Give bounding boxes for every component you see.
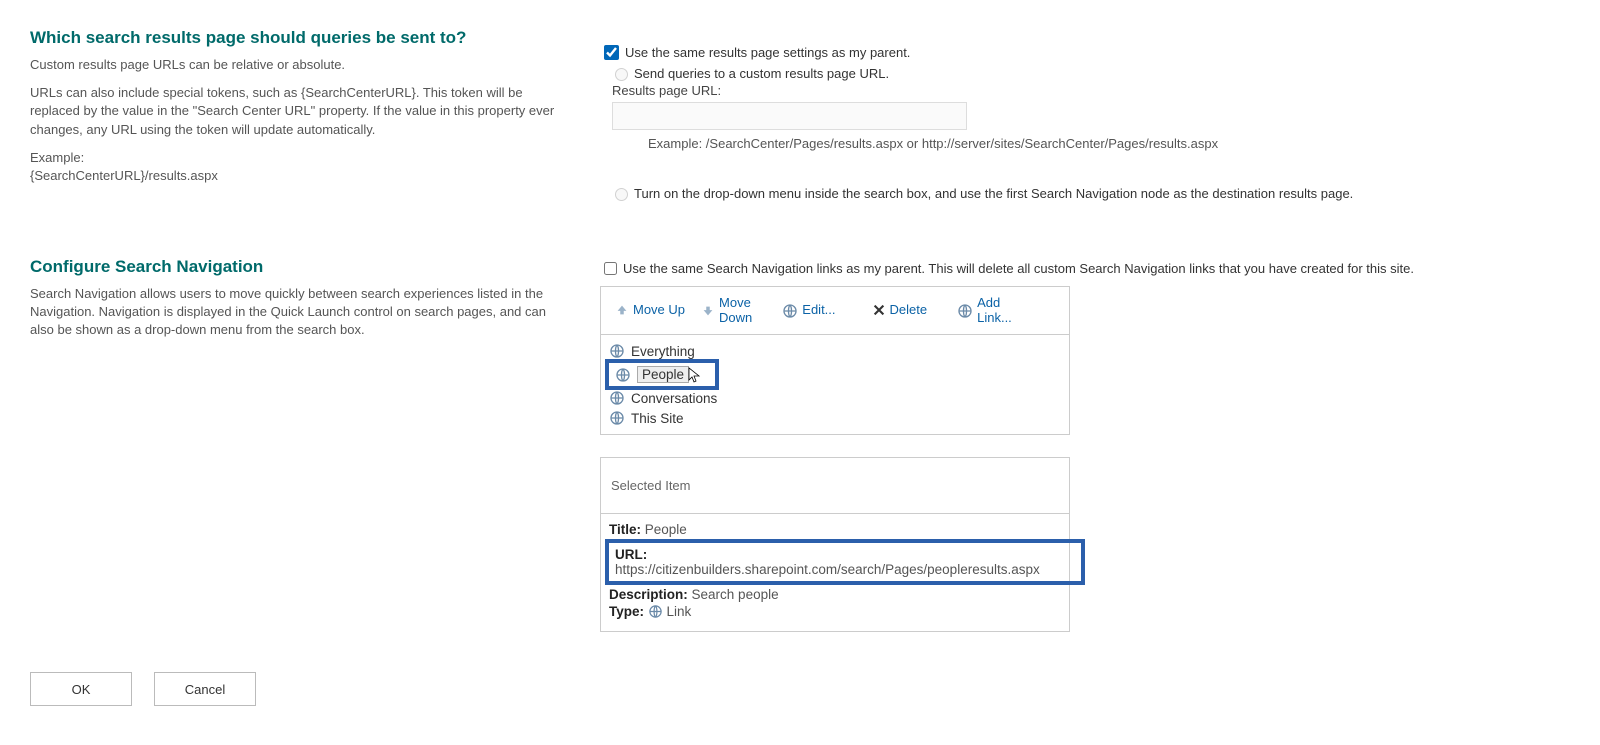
nav-item-people[interactable]: People bbox=[605, 359, 719, 390]
link-icon bbox=[957, 303, 973, 319]
cursor-icon bbox=[687, 367, 703, 383]
dropdown-results-label: Turn on the drop-down menu inside the se… bbox=[634, 186, 1353, 201]
selected-description: Description: Search people bbox=[609, 587, 1061, 602]
section-results-heading: Which search results page should queries… bbox=[30, 28, 570, 48]
link-icon bbox=[648, 604, 663, 619]
results-url-input[interactable] bbox=[612, 102, 967, 130]
arrow-down-icon bbox=[701, 304, 715, 318]
link-icon bbox=[782, 303, 798, 319]
selected-item-panel: Title: People URL: https://citizenbuilde… bbox=[600, 514, 1070, 632]
custom-results-label: Send queries to a custom results page UR… bbox=[634, 66, 889, 81]
arrow-up-icon bbox=[615, 303, 629, 317]
edit-button[interactable]: Edit... bbox=[774, 299, 843, 323]
results-desc-1: Custom results page URLs can be relative… bbox=[30, 56, 570, 74]
nav-toolbar: Move Up MoveDown Edit... Delete AddLink.… bbox=[600, 286, 1070, 334]
ok-button[interactable]: OK bbox=[30, 672, 132, 706]
move-up-button[interactable]: Move Up bbox=[607, 299, 693, 321]
nav-link-list: Everything People Conversations This Sit… bbox=[600, 334, 1070, 435]
selected-item-header: Selected Item bbox=[600, 457, 1070, 514]
delete-button[interactable]: Delete bbox=[864, 299, 936, 321]
results-example-left: Example: {SearchCenterURL}/results.aspx bbox=[30, 149, 570, 185]
link-icon bbox=[609, 410, 625, 426]
results-url-example: Example: /SearchCenter/Pages/results.asp… bbox=[648, 136, 1570, 151]
results-url-label: Results page URL: bbox=[612, 83, 1570, 98]
dropdown-results-radio[interactable] bbox=[615, 188, 628, 201]
nav-item-everything[interactable]: Everything bbox=[601, 341, 1069, 361]
results-desc-2: URLs can also include special tokens, su… bbox=[30, 84, 570, 139]
cancel-button[interactable]: Cancel bbox=[154, 672, 256, 706]
section-nav-heading: Configure Search Navigation bbox=[30, 257, 570, 277]
nav-item-conversations[interactable]: Conversations bbox=[601, 388, 1069, 408]
selected-title: Title: People bbox=[609, 522, 1061, 537]
use-parent-nav-label: Use the same Search Navigation links as … bbox=[623, 261, 1414, 276]
custom-results-radio[interactable] bbox=[615, 68, 628, 81]
link-icon bbox=[609, 343, 625, 359]
link-icon bbox=[609, 390, 625, 406]
nav-desc: Search Navigation allows users to move q… bbox=[30, 285, 570, 340]
use-parent-results-checkbox[interactable] bbox=[604, 45, 619, 60]
nav-item-this-site[interactable]: This Site bbox=[601, 408, 1069, 428]
x-icon bbox=[872, 303, 886, 317]
add-link-button[interactable]: AddLink... bbox=[949, 292, 1020, 329]
selected-type: Type: Link bbox=[609, 604, 1061, 619]
use-parent-results-label: Use the same results page settings as my… bbox=[625, 45, 910, 60]
use-parent-nav-checkbox[interactable] bbox=[604, 262, 617, 275]
move-down-button[interactable]: MoveDown bbox=[693, 292, 760, 329]
link-icon bbox=[615, 367, 631, 383]
selected-url: URL: https://citizenbuilders.sharepoint.… bbox=[605, 539, 1085, 585]
